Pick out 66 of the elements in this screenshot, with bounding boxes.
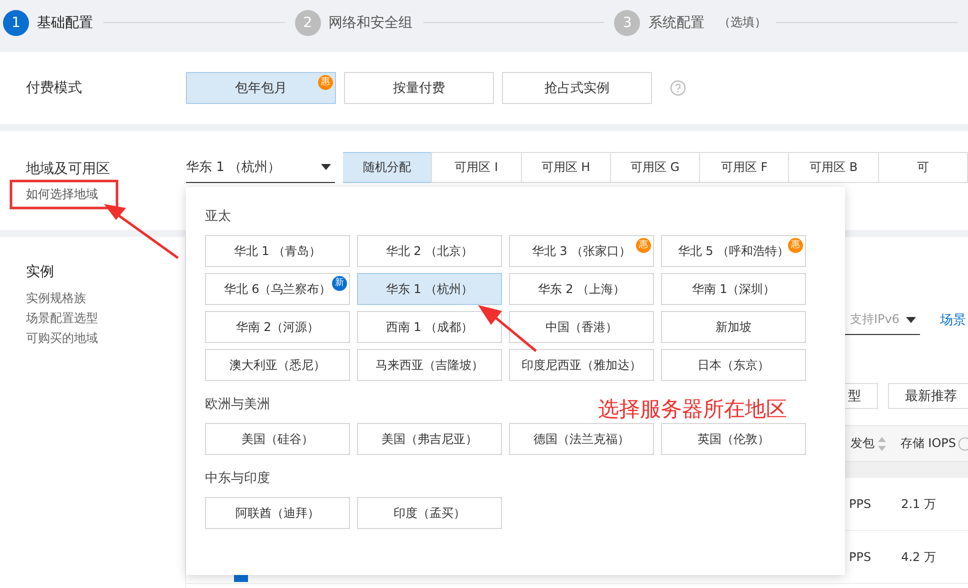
section-title: 实例 xyxy=(26,263,55,281)
region-option[interactable]: 华北 6（乌兰察布） 新 xyxy=(205,273,350,305)
billing-option[interactable]: 抢占式实例 xyxy=(502,72,652,104)
section-link[interactable]: 可购买的地域 xyxy=(26,330,185,347)
region-option[interactable]: 新加坡 xyxy=(661,311,806,343)
step-number: 1 xyxy=(3,10,29,36)
region-option[interactable]: 西南 1 （成都） xyxy=(357,311,502,343)
region-option[interactable]: 印度尼西亚（雅加达） xyxy=(509,349,654,381)
region-option[interactable]: 中国（香港） xyxy=(509,311,654,343)
region-option[interactable]: 澳大利亚（悉尼） xyxy=(205,349,350,381)
region-badge: 惠 xyxy=(788,238,803,253)
region-option[interactable]: 马来西亚（吉隆坡） xyxy=(357,349,502,381)
region-badge: 新 xyxy=(332,276,347,291)
region-option[interactable]: 阿联酋（迪拜） xyxy=(205,497,350,529)
region-help-link[interactable]: 如何选择地域 xyxy=(0,186,186,203)
region-option[interactable]: 印度（孟买） xyxy=(357,497,502,529)
region-group-title: 亚太 xyxy=(205,208,231,225)
table-cell: PPS xyxy=(849,497,872,511)
scene-link[interactable]: 场景 xyxy=(940,311,966,329)
billing-label: 付费模式 xyxy=(25,79,83,97)
section-link[interactable]: 实例规格族 xyxy=(26,290,185,307)
region-option[interactable]: 美国（弗吉尼亚） xyxy=(357,423,502,455)
zone-tab[interactable]: 可用区 B xyxy=(788,152,879,183)
region-option[interactable]: 英国（伦敦） xyxy=(661,423,806,455)
region-option[interactable]: 华南 2（河源） xyxy=(205,311,350,343)
step-label: 网络和安全组 xyxy=(328,14,413,32)
region-option[interactable]: 华东 1 （杭州） xyxy=(357,273,502,305)
zone-tab[interactable]: 可用区 F xyxy=(699,152,790,183)
column-header: 存储 IOPS xyxy=(900,435,956,452)
zone-tab[interactable]: 随机分配 xyxy=(343,152,432,183)
region-option[interactable]: 华东 2 （上海） xyxy=(509,273,654,305)
section-link[interactable]: 场景配置选型 xyxy=(26,310,185,327)
region-option[interactable]: 日本（东京） xyxy=(661,349,806,381)
step-label: 系统配置 xyxy=(648,14,704,32)
region-label: 地域及可用区 xyxy=(25,160,111,178)
region-option[interactable]: 德国（法兰克福） xyxy=(509,423,654,455)
table-cell: 2.1 万 xyxy=(901,496,936,512)
region-group-title: 欧洲与美洲 xyxy=(205,396,270,413)
column-header[interactable]: 发包 xyxy=(850,435,886,452)
sort-icon[interactable] xyxy=(878,436,886,450)
table-cell: 4.2 万 xyxy=(901,548,936,566)
caret-icon xyxy=(321,164,331,170)
region-option[interactable]: 华南 1（深圳） xyxy=(661,273,806,305)
step-number: 3 xyxy=(614,10,640,36)
region-option[interactable]: 华北 1 （青岛） xyxy=(205,235,350,267)
billing-option[interactable]: 包年包月 惠 xyxy=(186,72,336,104)
annotation-caption: 选择服务器所在地区 xyxy=(598,396,787,423)
zone-tab[interactable]: 可 xyxy=(878,152,968,183)
zone-tab[interactable]: 可用区 G xyxy=(610,152,700,183)
region-select[interactable]: 华东 1 （杭州） xyxy=(186,152,335,183)
filter-button[interactable]: 最新推荐 xyxy=(888,383,968,409)
caret-icon xyxy=(906,316,916,322)
region-group-title: 中东与印度 xyxy=(205,470,270,487)
step-label: 基础配置 xyxy=(37,14,93,32)
region-badge: 惠 xyxy=(636,238,651,253)
zone-tab[interactable]: 可用区 H xyxy=(520,152,611,183)
billing-option[interactable]: 按量付费 xyxy=(344,72,494,104)
table-cell: PPS xyxy=(849,550,872,564)
discount-badge: 惠 xyxy=(318,75,333,90)
step-note: （选填） xyxy=(718,14,766,31)
region-option[interactable]: 美国（硅谷） xyxy=(205,423,350,455)
arrow-annotation xyxy=(478,305,537,352)
region-option[interactable]: 华北 3 （张家口） 惠 xyxy=(509,235,654,267)
zone-tab[interactable]: 可用区 I xyxy=(431,152,522,183)
step-number: 2 xyxy=(294,10,321,36)
region-option[interactable]: 华北 2 （北京） xyxy=(357,235,502,267)
